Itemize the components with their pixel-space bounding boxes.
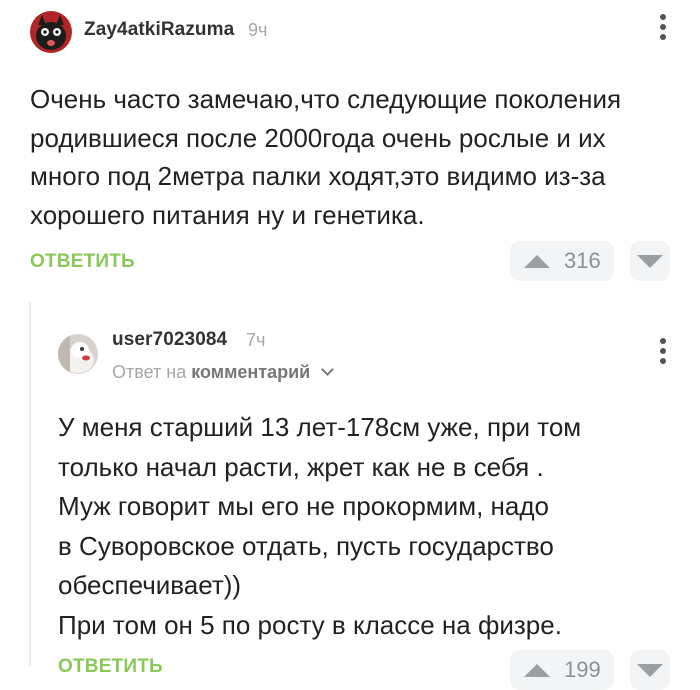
rating-count: 199 [564, 657, 601, 682]
reply-button[interactable]: ОТВЕТИТЬ [30, 251, 135, 273]
comment-text-line: Муж говорит мы его не прокормим, надо [58, 491, 549, 521]
downvote-button[interactable] [630, 650, 670, 690]
comment-text-line: хорошего питания ну и генетика. [30, 199, 425, 230]
comment-text-line: У меня старший 13 лет-178см уже, при том [58, 412, 582, 442]
reply-to-target[interactable]: комментарий [191, 362, 310, 382]
comment-text: Очень часто замечаю,что следующие поколе… [30, 80, 621, 234]
downvote-button[interactable] [630, 241, 670, 281]
avatar[interactable] [58, 334, 98, 374]
upvote-button[interactable]: 199 [510, 650, 614, 690]
arrow-up-icon [524, 663, 550, 677]
comment-text-line: При том он 5 по росту в классе на физре. [58, 609, 562, 640]
reply-to-link[interactable]: Ответ на комментарий [112, 362, 335, 383]
comment-author[interactable]: Zay4atkiRazuma [84, 19, 234, 41]
comment-text-line: только начал расти, жрет как не в себя . [58, 451, 544, 482]
comment-text-line: много под 2метра палки ходят,это видимо … [30, 161, 606, 191]
comment-text-line: родившиеся после 2000года очень рослые и… [30, 122, 606, 153]
reply-button[interactable]: ОТВЕТИТЬ [58, 656, 163, 678]
avatar[interactable] [30, 11, 72, 53]
comment-author[interactable]: user7023084 [112, 329, 227, 351]
reply-to-prefix: Ответ на [112, 362, 187, 382]
comment-text-line: Очень часто замечаю,что следующие поколе… [30, 84, 622, 114]
comment-text-line: в Суворовское отдать, пусть государство [58, 530, 554, 561]
upvote-button[interactable]: 316 [510, 241, 614, 281]
arrow-down-icon [637, 255, 663, 268]
comment-time: 7ч [246, 330, 266, 350]
comment-time: 9ч [248, 20, 268, 40]
thread-line [29, 302, 31, 666]
chevron-down-icon[interactable] [321, 363, 335, 376]
more-options-icon[interactable] [655, 14, 671, 44]
comment-text-line: обеспечивает)) [58, 570, 242, 600]
rating-count: 316 [564, 248, 601, 273]
more-options-icon[interactable] [655, 338, 671, 368]
comment-text: У меня старший 13 лет-178см уже, при том… [58, 408, 581, 645]
arrow-up-icon [524, 254, 550, 268]
